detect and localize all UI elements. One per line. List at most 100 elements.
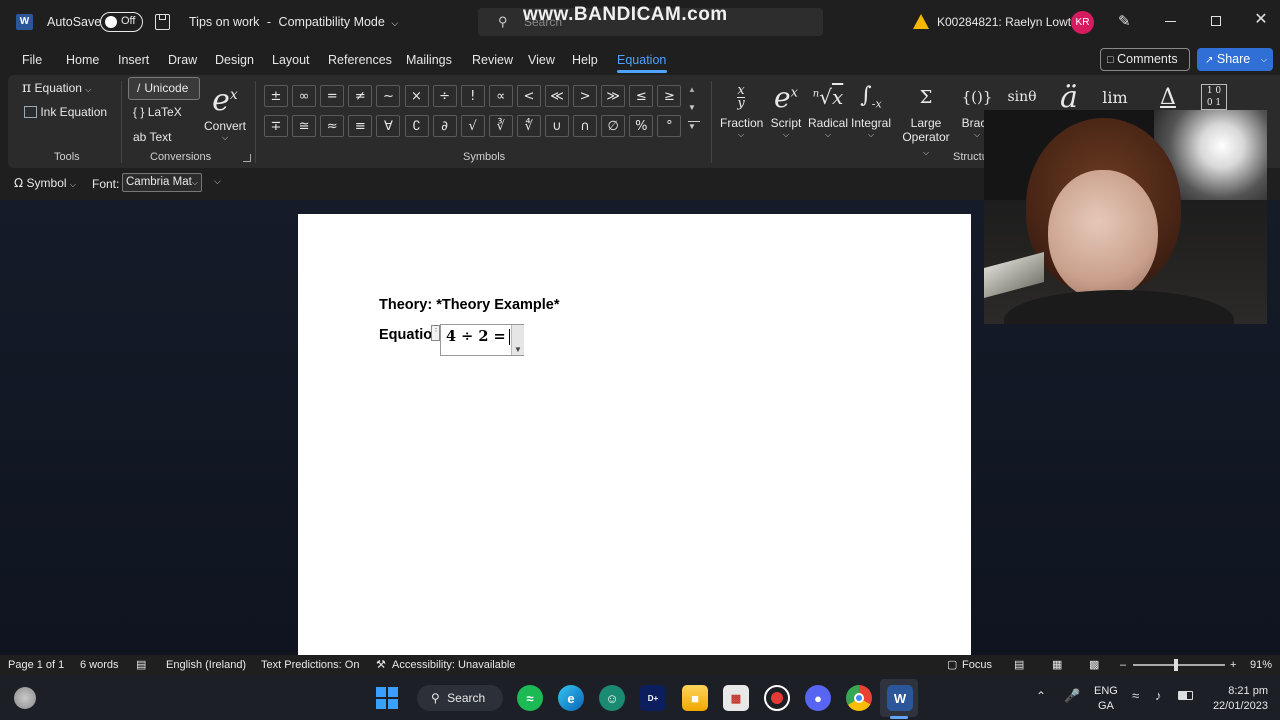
microphone-icon[interactable]: 🎤 — [1064, 688, 1080, 704]
symbol-button[interactable]: % — [629, 115, 654, 137]
user-name[interactable]: K00284821: Raelyn Lowth — [937, 15, 1078, 29]
doc-line-1[interactable]: Theory: *Theory Example* — [379, 297, 560, 313]
symbol-button[interactable]: ∅ — [601, 115, 626, 137]
tab-draw[interactable]: Draw — [168, 45, 197, 75]
calendar-app-icon[interactable]: ▩ — [723, 685, 749, 711]
tab-layout[interactable]: Layout — [272, 45, 310, 75]
document-title[interactable]: Tips on work - Compatibility Mode ⌵ — [189, 15, 398, 29]
tab-review[interactable]: Review — [472, 45, 513, 75]
tab-references[interactable]: References — [328, 45, 392, 75]
tray-chevron-up-icon[interactable]: ⌃ — [1036, 689, 1046, 703]
symbol-button[interactable]: ∀ — [376, 115, 401, 137]
read-mode-icon[interactable]: ▤ — [1014, 655, 1024, 675]
dialog-launcher-icon[interactable] — [243, 154, 251, 162]
chrome-icon[interactable] — [846, 685, 872, 711]
discord-icon[interactable]: ● — [805, 685, 831, 711]
symbol-button[interactable]: ± — [264, 85, 288, 107]
autosave-toggle[interactable]: Off — [100, 12, 143, 32]
symbol-button[interactable]: ~ — [376, 85, 401, 107]
zoom-slider[interactable] — [1133, 659, 1225, 671]
minimize-button[interactable] — [1160, 10, 1182, 32]
zoom-level[interactable]: 91% — [1250, 655, 1272, 675]
gallery-down-icon[interactable]: ▼ — [688, 103, 700, 117]
language-indicator[interactable]: ENG GA — [1094, 684, 1118, 714]
latex-button[interactable]: { } LaTeX — [133, 105, 182, 119]
edge-icon[interactable]: e — [558, 685, 584, 711]
symbol-button[interactable]: ! — [460, 85, 485, 107]
equation-content[interactable]: 4 ÷ 2 = — [446, 328, 506, 345]
symbol-button[interactable]: ≫ — [601, 85, 626, 107]
equation-handle-icon[interactable]: ⋮ — [431, 325, 440, 341]
language[interactable]: English (Ireland) — [166, 655, 246, 675]
symbol-button[interactable]: × — [404, 85, 429, 107]
clock[interactable]: 8:21 pm 22/01/2023 — [1206, 684, 1268, 714]
large-operator-button[interactable]: Σ Large Operator ⌵ — [901, 78, 951, 160]
save-icon[interactable] — [155, 14, 170, 30]
ink-equation-button[interactable]: Ink Equation — [24, 105, 107, 123]
symbol-button[interactable]: ∞ — [292, 85, 317, 107]
maximize-button[interactable] — [1205, 10, 1227, 32]
tab-design[interactable]: Design — [215, 45, 254, 75]
symbol-button[interactable]: ≅ — [292, 115, 317, 137]
radical-button[interactable]: n√x Radical ⌵ — [807, 78, 849, 140]
symbol-button[interactable]: < — [516, 85, 541, 107]
symbol-button[interactable]: ≠ — [348, 85, 373, 107]
symbol-button[interactable]: ∓ — [264, 115, 288, 137]
pen-icon[interactable]: ✎ — [1118, 12, 1136, 30]
symbol-button[interactable]: ∩ — [573, 115, 598, 137]
volume-icon[interactable]: ♪ — [1155, 688, 1162, 703]
symbol-button[interactable]: ∁ — [404, 115, 429, 137]
fraction-button[interactable]: xy Fraction ⌵ — [720, 78, 763, 140]
text-button[interactable]: ab Text — [133, 130, 172, 144]
symbol-button[interactable]: ∪ — [545, 115, 569, 137]
word-icon[interactable]: W — [887, 685, 913, 711]
document-page[interactable]: Theory: *Theory Example* Equatio ⋮ 4 ÷ 2… — [298, 214, 971, 655]
zoom-in-button[interactable]: + — [1230, 655, 1236, 675]
doc-line-2-prefix[interactable]: Equatio — [379, 327, 432, 343]
spotify-icon[interactable]: ≈ — [517, 685, 543, 711]
symbol-button[interactable]: ≡ — [348, 115, 373, 137]
symbol-button[interactable]: ° — [657, 115, 682, 137]
tab-home[interactable]: Home — [66, 45, 99, 75]
battery-icon[interactable] — [1178, 691, 1193, 700]
font-select[interactable]: Cambria Mat ⌵ — [122, 173, 202, 192]
tab-mailings[interactable]: Mailings — [406, 45, 452, 75]
symbol-button[interactable]: > — [573, 85, 598, 107]
symbol-button[interactable]: ÷ — [432, 85, 457, 107]
wifi-icon[interactable]: ≈ — [1132, 688, 1139, 703]
symbol-button[interactable]: ≪ — [545, 85, 569, 107]
tab-file[interactable]: File — [22, 45, 42, 75]
tab-help[interactable]: Help — [572, 45, 598, 75]
taskbar-search[interactable]: ⚲ Search — [417, 685, 503, 711]
symbol-button[interactable]: = — [320, 85, 345, 107]
equation-button[interactable]: π Equation ⌵ — [22, 80, 91, 98]
tab-insert[interactable]: Insert — [118, 45, 149, 75]
script-button[interactable]: ex Script ⌵ — [765, 78, 807, 140]
symbol-button[interactable]: Ω Symbol ⌵ — [14, 176, 76, 190]
equation-box[interactable]: 4 ÷ 2 = ▼ — [440, 324, 524, 356]
gallery-more-icon[interactable]: ▼ — [688, 121, 700, 135]
proofing-icon[interactable]: ▤ — [136, 655, 146, 675]
file-explorer-icon[interactable]: ■ — [682, 685, 708, 711]
symbol-button[interactable]: ∂ — [432, 115, 457, 137]
equation-options-button[interactable]: ▼ — [511, 325, 524, 355]
unicode-button[interactable]: / Unicode — [128, 77, 200, 100]
convert-button[interactable]: ex Convert ⌵ — [203, 77, 247, 143]
page-count[interactable]: Page 1 of 1 — [8, 655, 64, 675]
symbol-button[interactable]: ∛ — [488, 115, 513, 137]
symbol-button[interactable]: ≥ — [657, 85, 682, 107]
zoom-out-button[interactable]: – — [1120, 655, 1126, 675]
word-count[interactable]: 6 words — [80, 655, 119, 675]
symbol-button[interactable]: ∜ — [516, 115, 541, 137]
print-layout-icon[interactable]: ▦ — [1052, 655, 1062, 675]
symbol-button[interactable]: √ — [460, 115, 485, 137]
accessibility-status[interactable]: Accessibility: Unavailable — [392, 655, 516, 675]
disney-plus-icon[interactable]: D+ — [640, 685, 666, 711]
weather-icon[interactable] — [14, 687, 36, 709]
symbol-button[interactable]: ≤ — [629, 85, 654, 107]
symbol-button[interactable]: ∝ — [488, 85, 513, 107]
zoom-slider-thumb[interactable] — [1174, 659, 1178, 671]
tab-view[interactable]: View — [528, 45, 555, 75]
bandicam-record-icon[interactable] — [764, 685, 790, 711]
comments-button[interactable]: □ Comments — [1100, 48, 1190, 71]
